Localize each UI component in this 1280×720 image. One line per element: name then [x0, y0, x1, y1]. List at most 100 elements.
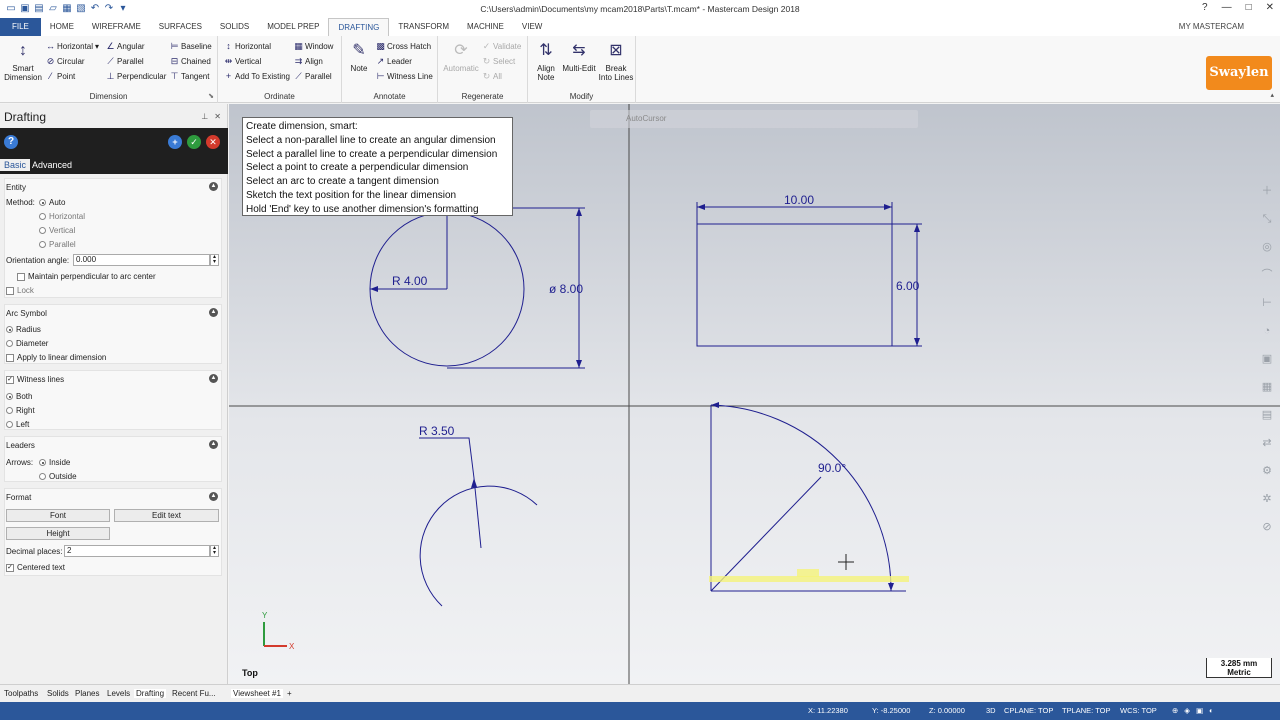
settings-alt-icon[interactable]: ✲: [1260, 492, 1274, 506]
collapse-icon[interactable]: ▲: [209, 374, 218, 383]
tab-solids-manager[interactable]: Solids: [47, 689, 69, 698]
dim-perpendicular-button[interactable]: ⊥ Perpendicular: [106, 72, 167, 82]
collapse-icon[interactable]: ▲: [209, 182, 218, 191]
ord-horizontal-button[interactable]: ↕ Horizontal: [224, 42, 271, 52]
autocursor-toolbar[interactable]: AutoCursor: [590, 110, 918, 128]
witness-left-radio[interactable]: Left: [6, 420, 29, 429]
arc-geometry[interactable]: [419, 485, 538, 607]
help-icon[interactable]: ?: [1202, 2, 1208, 13]
tab-file[interactable]: FILE: [0, 18, 41, 36]
rotate-icon[interactable]: ◎: [1260, 240, 1274, 254]
close-icon[interactable]: ✕: [1266, 2, 1274, 13]
panel-close-icon[interactable]: ✕: [214, 112, 221, 121]
method-parallel[interactable]: Parallel: [39, 240, 76, 249]
solid-icon[interactable]: ▣: [1260, 352, 1274, 366]
shading-icon[interactable]: ◐: [1209, 702, 1214, 720]
tab-levels[interactable]: Levels: [107, 689, 130, 698]
height-button[interactable]: Height: [6, 527, 110, 540]
help-button[interactable]: ?: [4, 135, 18, 149]
zoom-in-icon[interactable]: ＋: [1260, 184, 1274, 198]
orientation-stepper[interactable]: ▴ ▾: [210, 254, 219, 266]
wireframe-icon[interactable]: ▦: [1260, 380, 1274, 394]
arrows-outside-radio[interactable]: Outside: [39, 472, 77, 481]
display-icon[interactable]: ▣: [1196, 702, 1203, 720]
ord-window-button[interactable]: ▦ Window: [294, 42, 333, 52]
settings-icon[interactable]: ⚙: [1260, 464, 1274, 478]
tab-surfaces[interactable]: SURFACES: [150, 18, 211, 36]
tab-recent-functions[interactable]: Recent Fu...: [172, 689, 216, 698]
align-note-button[interactable]: ⇅ Align Note: [534, 40, 558, 82]
apply-linear-checkbox[interactable]: Apply to linear dimension: [6, 353, 106, 362]
pin-icon[interactable]: ⊥: [201, 112, 208, 121]
fit-icon[interactable]: ⤡: [1260, 212, 1274, 226]
angle-dimension-text[interactable]: 90.0°: [818, 461, 846, 475]
tab-machine[interactable]: MACHINE: [458, 18, 513, 36]
tab-advanced[interactable]: Advanced: [28, 159, 76, 171]
tab-planes[interactable]: Planes: [75, 689, 99, 698]
witness-lines-checkbox[interactable]: ✓ Witness lines: [6, 375, 64, 384]
maintain-perpendicular-checkbox[interactable]: Maintain perpendicular to arc center: [17, 272, 156, 281]
tab-basic[interactable]: Basic: [0, 159, 31, 171]
automatic-button[interactable]: ⟳ Automatic: [442, 40, 480, 73]
decimal-stepper[interactable]: ▴ ▾: [210, 545, 219, 557]
font-button[interactable]: Font: [6, 509, 110, 522]
width-dimension-text[interactable]: 10.00: [784, 193, 814, 207]
cross-hatch-button[interactable]: ▩ Cross Hatch: [376, 42, 431, 52]
status-wcs[interactable]: WCS: TOP: [1120, 702, 1157, 720]
graphics-viewport[interactable]: R 4.00 ø 8.00 10.00 6.00 R 3.50 90.0° Y …: [229, 104, 1280, 684]
tab-home[interactable]: HOME: [41, 18, 83, 36]
tab-transform[interactable]: TRANSFORM: [389, 18, 458, 36]
method-horizontal[interactable]: Horizontal: [39, 212, 85, 221]
collapse-icon[interactable]: ▲: [209, 492, 218, 501]
viewsheet-tab[interactable]: Viewsheet #1: [231, 689, 283, 698]
collapse-icon[interactable]: ▲: [209, 308, 218, 317]
tab-view[interactable]: VIEW: [513, 18, 551, 36]
dim-angular-button[interactable]: ∠ Angular: [106, 42, 144, 52]
status-tplane[interactable]: TPLANE: TOP: [1062, 702, 1111, 720]
collapse-icon[interactable]: ▲: [209, 440, 218, 449]
layers-icon[interactable]: ▤: [1260, 408, 1274, 422]
arc-radius-text[interactable]: R 3.50: [419, 424, 455, 438]
ok-button[interactable]: ✓: [187, 135, 201, 149]
arrows-inside-radio[interactable]: Inside: [39, 458, 70, 467]
transform-icon[interactable]: ⇄: [1260, 436, 1274, 450]
tab-wireframe[interactable]: WIREFRAME: [83, 18, 150, 36]
ord-parallel-button[interactable]: ⟋ Parallel: [294, 72, 331, 82]
ord-add-existing-button[interactable]: + Add To Existing: [224, 72, 290, 82]
witness-line-button[interactable]: ⊢ Witness Line: [376, 72, 433, 82]
dim-tangent-button[interactable]: ⊤ Tangent: [170, 72, 210, 82]
orientation-angle-input[interactable]: 0.000: [73, 254, 210, 266]
globe-icon[interactable]: ⊕: [1172, 702, 1178, 720]
ok-and-create-button[interactable]: +: [168, 135, 182, 149]
dialog-launcher-icon[interactable]: ⬊: [208, 92, 214, 100]
note-button[interactable]: ✎ Note: [346, 40, 372, 73]
cancel-button[interactable]: ✕: [206, 135, 220, 149]
measure-icon[interactable]: ⊢: [1260, 296, 1274, 310]
minimize-icon[interactable]: —: [1222, 2, 1232, 13]
lock-checkbox[interactable]: Lock: [6, 286, 34, 295]
collapse-ribbon-icon[interactable]: ▴: [1270, 91, 1274, 99]
analyze-icon[interactable]: ⌒: [1260, 268, 1274, 282]
dim-circular-button[interactable]: ⊘ Circular: [46, 57, 85, 67]
my-mastercam-link[interactable]: MY MASTERCAM: [1179, 22, 1244, 31]
edit-text-button[interactable]: Edit text: [114, 509, 219, 522]
tab-toolpaths[interactable]: Toolpaths: [4, 689, 38, 698]
tab-solids[interactable]: SOLIDS: [211, 18, 258, 36]
leader-button[interactable]: ↗ Leader: [376, 57, 412, 67]
tab-drafting-panel[interactable]: Drafting: [134, 689, 167, 698]
block-icon[interactable]: ⊘: [1260, 520, 1274, 534]
radius-dimension-text[interactable]: R 4.00: [392, 274, 428, 288]
method-auto[interactable]: Auto: [39, 198, 65, 207]
status-cplane[interactable]: CPLANE: TOP: [1004, 702, 1053, 720]
ord-vertical-button[interactable]: ⇹ Vertical: [224, 57, 262, 67]
rectangle-geometry[interactable]: [696, 223, 893, 347]
witness-right-radio[interactable]: Right: [6, 406, 35, 415]
height-dimension-text[interactable]: 6.00: [896, 279, 920, 293]
shade-icon[interactable]: ◔: [1260, 324, 1274, 338]
method-vertical[interactable]: Vertical: [39, 226, 75, 235]
view-cube-icon[interactable]: ◈: [1184, 702, 1190, 720]
maximize-icon[interactable]: □: [1246, 2, 1252, 13]
arc-radius-radio[interactable]: Radius: [6, 325, 41, 334]
arc-diameter-radio[interactable]: Diameter: [6, 339, 48, 348]
diameter-dimension-text[interactable]: ø 8.00: [549, 282, 583, 296]
